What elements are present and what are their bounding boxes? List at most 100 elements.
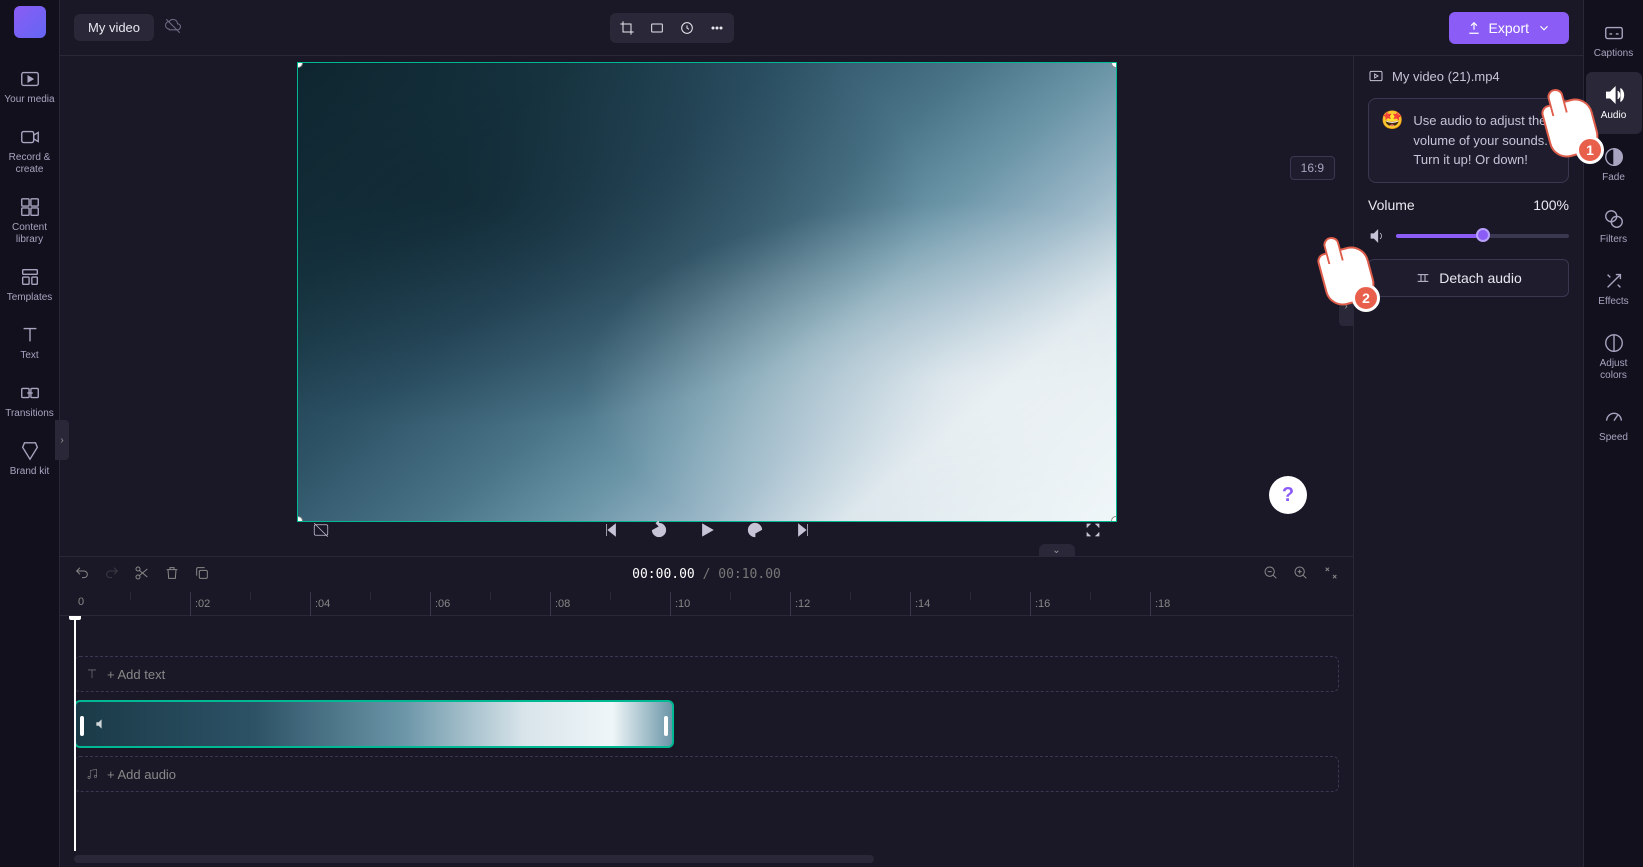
timeline-scrollbar[interactable]	[74, 855, 874, 863]
nav-text[interactable]: Text	[2, 314, 58, 372]
ruler-tick: :02	[190, 592, 210, 616]
export-button[interactable]: Export	[1449, 12, 1569, 44]
preview-stage: 16:9 ? › ⌄	[60, 56, 1353, 556]
tab-label: Filters	[1600, 234, 1627, 246]
upload-icon	[1467, 21, 1481, 35]
collapse-preview-button[interactable]: ⌄	[1039, 544, 1075, 556]
nav-brand-kit[interactable]: Brand kit	[2, 430, 58, 488]
slider-thumb[interactable]	[1476, 228, 1490, 242]
timeline-ruler[interactable]: 0 :02:04:06:08:10:12:14:16:18	[60, 592, 1353, 616]
nav-transitions[interactable]: Transitions	[2, 372, 58, 430]
undo-button[interactable]	[74, 565, 90, 584]
ruler-tick: :12	[790, 592, 810, 616]
timeline-timecode: 00:00.00 / 00:10.00	[632, 567, 781, 582]
video-canvas[interactable]	[297, 62, 1117, 522]
delete-button[interactable]	[164, 565, 180, 584]
resize-handle[interactable]	[1111, 62, 1117, 68]
clip-audio-icon	[94, 717, 108, 731]
add-text-label: + Add text	[107, 667, 165, 682]
ruler-tick: :08	[550, 592, 570, 616]
ruler-tick: :04	[310, 592, 330, 616]
tab-audio[interactable]: Audio	[1586, 72, 1642, 134]
ruler-minor-tick	[130, 592, 135, 600]
adjust-icon	[1603, 332, 1625, 354]
ruler-minor-tick	[370, 592, 375, 600]
media-icon	[19, 68, 41, 90]
aspect-ratio-badge[interactable]: 16:9	[1290, 156, 1335, 180]
effects-icon	[1603, 270, 1625, 292]
chevron-down-icon	[1537, 21, 1551, 35]
expand-right-button[interactable]: ›	[1339, 286, 1353, 326]
more-button[interactable]	[702, 15, 732, 41]
templates-icon	[19, 266, 41, 288]
transitions-icon	[19, 382, 41, 404]
fade-icon	[1603, 146, 1625, 168]
tip-text: Use audio to adjust the volume of your s…	[1413, 111, 1556, 170]
resize-handle[interactable]	[297, 62, 303, 68]
ruler-minor-tick	[1090, 592, 1095, 600]
current-time: 00:00.00	[632, 567, 695, 582]
tab-adjust-colors[interactable]: Adjust colors	[1586, 320, 1642, 394]
cloud-sync-off-icon[interactable]	[164, 17, 182, 38]
pip-button[interactable]	[672, 15, 702, 41]
safe-zone-toggle[interactable]	[307, 516, 335, 544]
nav-record-create[interactable]: Record & create	[2, 116, 58, 186]
step-back-button[interactable]	[645, 516, 673, 544]
tab-label: Effects	[1598, 296, 1628, 308]
export-label: Export	[1489, 20, 1529, 36]
text-track[interactable]: + Add text	[74, 656, 1339, 692]
play-button[interactable]	[693, 516, 721, 544]
music-icon	[85, 767, 99, 781]
text-icon	[85, 667, 99, 681]
skip-back-button[interactable]	[597, 516, 625, 544]
tab-filters[interactable]: Filters	[1586, 196, 1642, 258]
video-track[interactable]	[74, 700, 1339, 748]
video-clip[interactable]	[74, 700, 674, 748]
detach-audio-button[interactable]: Detach audio	[1368, 259, 1569, 297]
speaker-icon[interactable]	[1368, 227, 1386, 245]
fit-button[interactable]	[642, 15, 672, 41]
tab-label: Speed	[1599, 432, 1628, 444]
project-title[interactable]: My video	[74, 14, 154, 41]
nav-label: Transitions	[5, 408, 54, 420]
tab-speed[interactable]: Speed	[1586, 394, 1642, 456]
skip-forward-button[interactable]	[789, 516, 817, 544]
nav-label: Your media	[4, 94, 54, 106]
volume-slider[interactable]	[1396, 234, 1569, 238]
left-sidebar: Your media Record & create Content libra…	[0, 0, 60, 867]
ruler-zero: 0	[78, 596, 84, 608]
timeline: 00:00.00 / 00:10.00 0 :02:04:06:08:10:12…	[60, 556, 1353, 867]
crop-button[interactable]	[612, 15, 642, 41]
nav-label: Content library	[2, 222, 58, 246]
add-audio-label: + Add audio	[107, 767, 176, 782]
nav-your-media[interactable]: Your media	[2, 58, 58, 116]
audio-track[interactable]: + Add audio	[74, 756, 1339, 792]
help-button[interactable]: ?	[1269, 476, 1307, 514]
tab-fade[interactable]: Fade	[1586, 134, 1642, 196]
step-forward-button[interactable]	[741, 516, 769, 544]
nav-label: Templates	[7, 292, 53, 304]
speed-icon	[1603, 406, 1625, 428]
brandkit-icon	[19, 440, 41, 462]
volume-slider-row	[1368, 227, 1569, 245]
tab-effects[interactable]: Effects	[1586, 258, 1642, 320]
fit-timeline-button[interactable]	[1323, 565, 1339, 584]
tip-emoji-icon: 🤩	[1381, 111, 1403, 170]
nav-templates[interactable]: Templates	[2, 256, 58, 314]
tab-captions[interactable]: Captions	[1586, 10, 1642, 72]
nav-content-library[interactable]: Content library	[2, 186, 58, 256]
split-button[interactable]	[134, 565, 150, 584]
close-icon[interactable]: ✕	[1547, 107, 1560, 131]
selected-file: My video (21).mp4	[1368, 68, 1569, 84]
ruler-tick: :06	[430, 592, 450, 616]
zoom-in-button[interactable]	[1293, 565, 1309, 584]
zoom-out-button[interactable]	[1263, 565, 1279, 584]
playhead[interactable]	[74, 616, 76, 851]
ruler-minor-tick	[970, 592, 975, 600]
redo-button[interactable]	[104, 565, 120, 584]
duplicate-button[interactable]	[194, 565, 210, 584]
detach-icon	[1415, 270, 1431, 286]
player-controls	[297, 516, 1117, 544]
tab-label: Audio	[1601, 110, 1627, 122]
fullscreen-button[interactable]	[1079, 516, 1107, 544]
